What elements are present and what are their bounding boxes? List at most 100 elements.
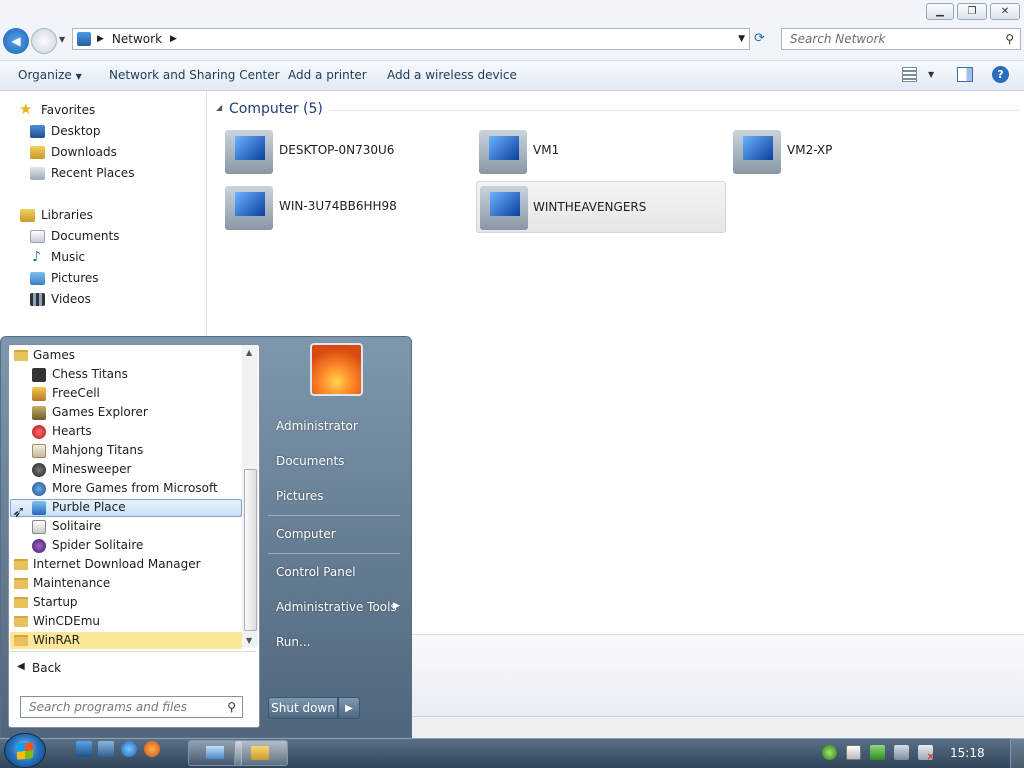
collapse-group-icon[interactable]: ◢ bbox=[216, 103, 222, 112]
address-bar[interactable]: ▶ Network ▶ ▼ bbox=[72, 28, 750, 50]
breadcrumb-chevron-icon[interactable]: ▶ bbox=[170, 34, 177, 44]
downloads-icon bbox=[30, 146, 45, 159]
right-item-documents[interactable]: Documents bbox=[276, 454, 344, 468]
program-folder[interactable]: Internet Download Manager bbox=[33, 557, 201, 571]
right-item-pictures[interactable]: Pictures bbox=[276, 489, 324, 503]
program-folder[interactable]: WinRAR bbox=[33, 633, 80, 647]
firefox-icon[interactable] bbox=[144, 741, 160, 757]
show-desktop-button[interactable] bbox=[1010, 738, 1024, 768]
nav-documents[interactable]: Documents bbox=[51, 229, 119, 243]
switch-windows-icon[interactable] bbox=[98, 741, 114, 757]
search-input[interactable]: Search Network ⚲ bbox=[781, 28, 1021, 50]
computer-name: WIN-3U74BB6HH98 bbox=[279, 199, 397, 213]
organize-label: Organize bbox=[18, 68, 72, 82]
forward-button[interactable] bbox=[31, 28, 57, 54]
program-item[interactable]: Chess Titans bbox=[52, 367, 128, 381]
program-item[interactable]: Mahjong Titans bbox=[52, 443, 143, 457]
taskbar-explorer-button[interactable] bbox=[234, 740, 288, 766]
close-button[interactable]: ✕ bbox=[990, 3, 1020, 20]
computer-item[interactable]: DESKTOP-0N730U6 bbox=[225, 128, 465, 176]
right-item-administrator[interactable]: Administrator bbox=[276, 419, 358, 433]
scroll-down-icon[interactable]: ▼ bbox=[246, 636, 252, 645]
program-folder[interactable]: WinCDEmu bbox=[33, 614, 100, 628]
title-bar bbox=[0, 0, 1024, 24]
nav-favorites[interactable]: Favorites bbox=[41, 103, 95, 117]
right-item-computer[interactable]: Computer bbox=[276, 527, 336, 541]
organize-menu[interactable]: Organize ▼ bbox=[18, 68, 82, 82]
back-button[interactable]: ◀ bbox=[3, 28, 29, 54]
tray-document-icon[interactable] bbox=[846, 745, 861, 760]
start-button[interactable] bbox=[4, 733, 46, 768]
videos-icon bbox=[30, 293, 45, 306]
chevron-right-icon: ▶ bbox=[345, 702, 353, 714]
view-dropdown-icon[interactable]: ▼ bbox=[928, 70, 934, 79]
nav-recent-places[interactable]: Recent Places bbox=[51, 166, 134, 180]
program-item[interactable]: Games Explorer bbox=[52, 405, 148, 419]
tray-volume-muted-icon[interactable]: ✕ bbox=[918, 745, 935, 763]
program-item[interactable]: Hearts bbox=[52, 424, 92, 438]
program-folder-games[interactable]: Games bbox=[33, 348, 75, 362]
minimize-button[interactable]: ▁ bbox=[926, 3, 954, 20]
back-arrow-icon: ◀ bbox=[17, 661, 25, 672]
program-item[interactable]: Minesweeper bbox=[52, 462, 131, 476]
recent-pages-dropdown[interactable]: ▼ bbox=[59, 35, 65, 44]
search-icon[interactable]: ⚲ bbox=[1005, 32, 1014, 46]
group-header-computer[interactable]: Computer (5) bbox=[229, 101, 323, 117]
computer-item[interactable]: WIN-3U74BB6HH98 bbox=[225, 184, 465, 232]
shutdown-options-button[interactable]: ▶ bbox=[338, 697, 360, 719]
tray-network-icon[interactable] bbox=[822, 745, 837, 760]
program-folder[interactable]: Maintenance bbox=[33, 576, 110, 590]
network-icon bbox=[77, 32, 91, 46]
change-view-icon[interactable] bbox=[902, 67, 917, 82]
tray-action-center-icon[interactable] bbox=[870, 745, 885, 760]
program-item[interactable]: More Games from Microsoft bbox=[52, 481, 218, 495]
folder-icon bbox=[14, 597, 28, 608]
search-icon[interactable]: ⚲ bbox=[227, 700, 236, 714]
breadcrumb-network[interactable]: Network bbox=[112, 32, 162, 46]
user-picture[interactable] bbox=[310, 343, 363, 396]
preview-pane-icon[interactable] bbox=[957, 67, 973, 82]
program-item-purble-place[interactable]: Purble Place bbox=[52, 500, 126, 514]
freecell-icon bbox=[32, 387, 46, 401]
show-desktop-icon[interactable] bbox=[76, 741, 92, 757]
nav-desktop[interactable]: Desktop bbox=[51, 124, 101, 138]
program-folder[interactable]: Startup bbox=[33, 595, 78, 609]
add-wireless-device-button[interactable]: Add a wireless device bbox=[387, 68, 517, 82]
nav-music[interactable]: Music bbox=[51, 250, 85, 264]
maximize-button[interactable]: ❐ bbox=[957, 3, 987, 20]
help-icon[interactable]: ? bbox=[992, 66, 1009, 83]
add-printer-button[interactable]: Add a printer bbox=[288, 68, 367, 82]
computer-item[interactable]: VM2-XP bbox=[733, 128, 973, 176]
refresh-icon[interactable]: ⟳ bbox=[754, 31, 765, 46]
music-icon: ♪ bbox=[32, 249, 41, 265]
program-item[interactable]: FreeCell bbox=[52, 386, 100, 400]
start-search-placeholder: Search programs and files bbox=[29, 700, 187, 714]
right-item-control-panel[interactable]: Control Panel bbox=[276, 565, 356, 579]
computer-item-hovered[interactable]: WINTHEAVENGERS bbox=[476, 181, 726, 233]
tray-display-icon[interactable] bbox=[894, 745, 909, 760]
internet-explorer-icon[interactable] bbox=[121, 741, 137, 757]
nav-videos[interactable]: Videos bbox=[51, 292, 91, 306]
program-item[interactable]: Spider Solitaire bbox=[52, 538, 143, 552]
program-item[interactable]: Solitaire bbox=[52, 519, 101, 533]
scroll-up-icon[interactable]: ▲ bbox=[246, 348, 252, 357]
computer-item[interactable]: VM1 bbox=[479, 128, 719, 176]
nav-downloads[interactable]: Downloads bbox=[51, 145, 117, 159]
computer-icon bbox=[480, 186, 528, 230]
shutdown-button[interactable]: Shut down bbox=[268, 697, 338, 719]
back-link[interactable]: Back bbox=[32, 661, 61, 675]
right-item-run[interactable]: Run... bbox=[276, 635, 310, 649]
folder-icon bbox=[14, 559, 28, 570]
documents-icon bbox=[30, 230, 45, 243]
start-search-input[interactable]: Search programs and files ⚲ bbox=[20, 696, 243, 718]
folder-icon bbox=[14, 350, 28, 361]
folder-icon bbox=[14, 635, 28, 646]
folder-icon bbox=[14, 578, 28, 589]
scrollbar-thumb[interactable] bbox=[244, 469, 257, 631]
right-item-administrative-tools[interactable]: Administrative Tools bbox=[276, 600, 397, 614]
address-dropdown-icon[interactable]: ▼ bbox=[738, 34, 745, 44]
nav-libraries[interactable]: Libraries bbox=[41, 208, 93, 222]
network-sharing-center-button[interactable]: Network and Sharing Center bbox=[109, 68, 280, 82]
nav-pictures[interactable]: Pictures bbox=[51, 271, 99, 285]
clock[interactable]: 15:18 bbox=[950, 746, 985, 760]
